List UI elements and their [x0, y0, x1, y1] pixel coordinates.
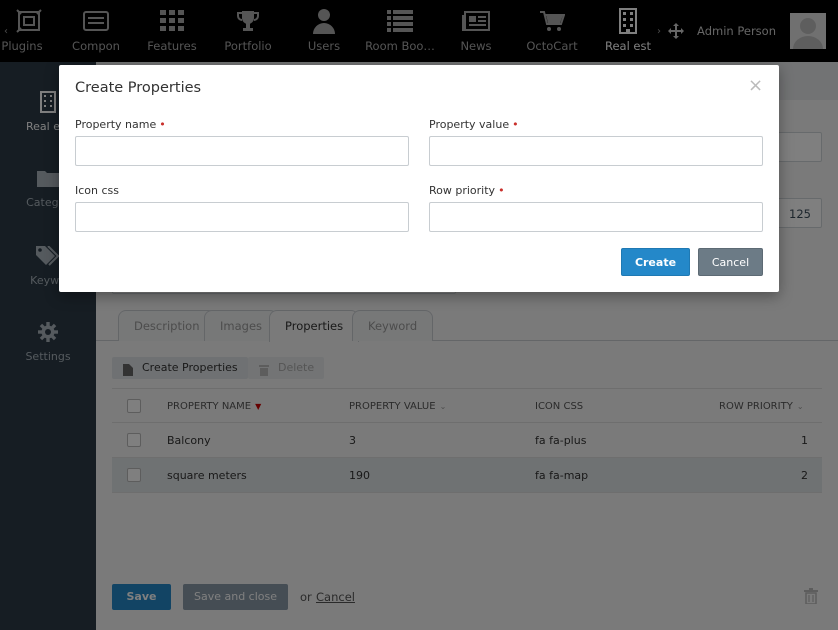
required-indicator: • [512, 118, 519, 131]
field-label-text: Property name [75, 118, 157, 131]
required-indicator: • [159, 118, 166, 131]
row-priority-input[interactable] [429, 202, 763, 232]
field-label-text: Row priority [429, 184, 496, 197]
field-label-text: Property value [429, 118, 510, 131]
create-button[interactable]: Create [621, 248, 690, 276]
field-label-text: Icon css [75, 184, 119, 197]
property-value-input[interactable] [429, 136, 763, 166]
icon-css-input[interactable] [75, 202, 409, 232]
cancel-button[interactable]: Cancel [698, 248, 763, 276]
dialog-title: Create Properties [75, 80, 202, 96]
required-indicator: • [498, 184, 505, 197]
icon-css-label: Icon css [75, 184, 119, 197]
property-name-label: Property name • [75, 118, 166, 131]
property-value-label: Property value • [429, 118, 519, 131]
close-icon[interactable]: × [748, 77, 763, 95]
create-properties-dialog: Create Properties × Property name • Prope… [59, 65, 779, 292]
row-priority-label: Row priority • [429, 184, 505, 197]
property-name-input[interactable] [75, 136, 409, 166]
